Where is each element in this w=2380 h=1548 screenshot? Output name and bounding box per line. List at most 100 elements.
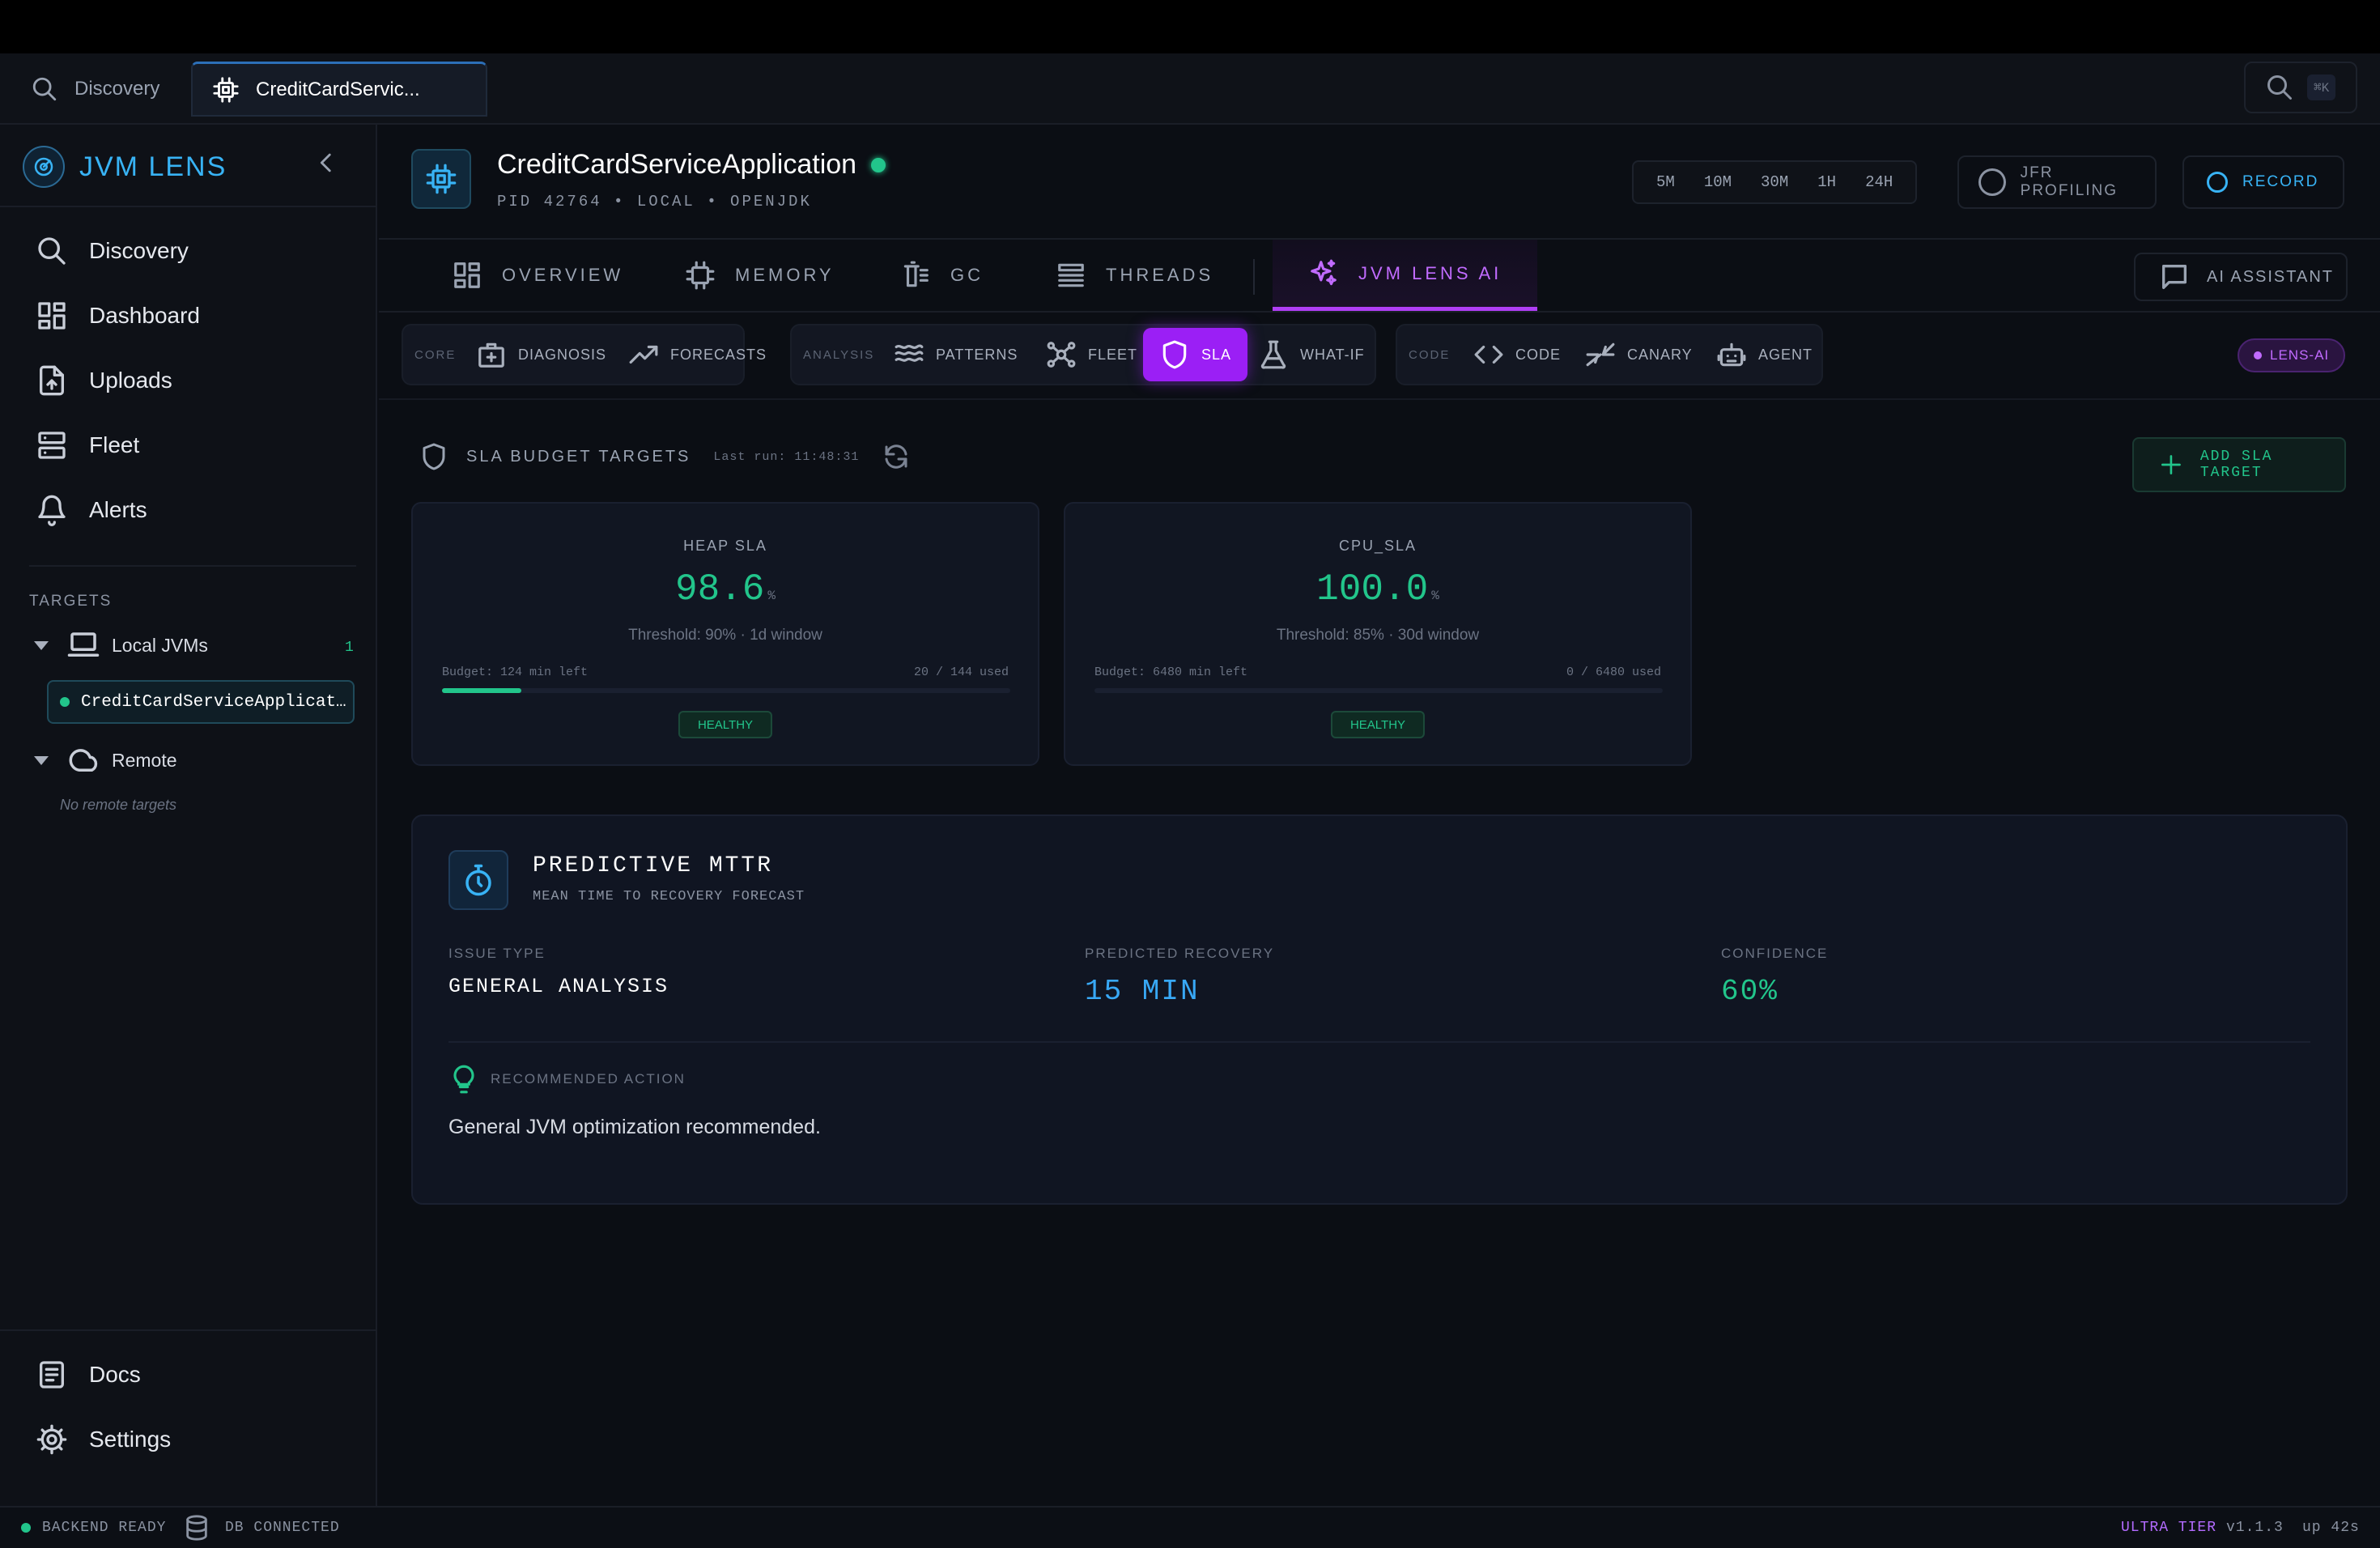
sla-value-number: 100.0 [1316, 568, 1429, 610]
subnav-fleet[interactable]: FLEET [1046, 325, 1137, 384]
bell-icon [38, 495, 66, 526]
refresh-icon[interactable] [882, 442, 911, 471]
tab-strip: Discovery CreditCardServic... ⌘K [0, 53, 2380, 125]
chip-icon [686, 261, 715, 290]
tab-discovery[interactable]: Discovery [31, 62, 159, 117]
target-creditcard-service[interactable]: CreditCardServiceApplicat… [47, 680, 355, 724]
nav-item-alerts[interactable]: Alerts [36, 494, 147, 526]
subnav-patterns[interactable]: PATTERNS [894, 325, 1018, 384]
range-24h[interactable]: 24H [1851, 173, 1907, 191]
status-bar: BACKEND READY DB CONNECTED ULTRA TIER v1… [0, 1506, 2380, 1548]
dashboard-icon [38, 302, 66, 330]
nav-item-settings[interactable]: Settings [36, 1423, 171, 1456]
chip-icon [426, 164, 457, 194]
brand[interactable]: JVM LENS [23, 146, 227, 188]
medkit-icon [478, 342, 504, 368]
subnav-agent[interactable]: AGENT [1716, 325, 1813, 384]
divider [29, 565, 356, 567]
sla-value: 100.0% [1065, 568, 1690, 610]
subnav-canary[interactable]: CANARY [1585, 325, 1693, 384]
metric-label: ISSUE TYPE [448, 946, 546, 961]
subnav-what-if[interactable]: WHAT-IF [1258, 325, 1365, 384]
tree-remote[interactable]: Remote [34, 743, 177, 777]
nav-item-dashboard[interactable]: Dashboard [36, 300, 200, 332]
app-subtitle: PID 42764 • LOCAL • OPENJDK [497, 193, 812, 211]
shield-icon [423, 443, 445, 470]
nav-item-fleet[interactable]: Fleet [36, 429, 139, 461]
trash-icon [903, 261, 929, 287]
list-icon [1058, 263, 1084, 287]
subnav-group-code: CODE CODE CANARY AGENT [1396, 324, 1823, 385]
tab-creditcard-service[interactable]: CreditCardServic... [191, 62, 487, 117]
flask-icon [1260, 340, 1286, 369]
metric-confidence: CONFIDENCE 60% [1721, 946, 1828, 1008]
tree-local-jvms[interactable]: Local JVMs [34, 628, 208, 662]
metric-value: 15 MIN [1085, 975, 1200, 1008]
badge-label: LENS-AI [2270, 347, 2330, 363]
predictive-mttr-panel: PREDICTIVE MTTR MEAN TIME TO RECOVERY FO… [411, 814, 2348, 1205]
nav-item-uploads[interactable]: Uploads [36, 364, 172, 397]
sla-card-cpu[interactable]: CPU_SLA 100.0% Threshold: 85% · 30d wind… [1064, 502, 1692, 766]
sidebar: JVM LENS Discovery Dashboard Uploads Fle… [0, 125, 377, 1506]
nav-label: Uploads [89, 368, 172, 393]
range-30m[interactable]: 30M [1746, 173, 1803, 191]
button-label: ADD SLA TARGET [2199, 449, 2273, 481]
tab-separator [1253, 259, 1255, 295]
divider [0, 1329, 377, 1331]
laptop-icon [67, 632, 100, 657]
range-1h[interactable]: 1H [1803, 173, 1851, 191]
range-5m[interactable]: 5M [1642, 173, 1689, 191]
uptime-label: up 42s [2302, 1520, 2360, 1536]
subnav-label: FORECASTS [670, 346, 767, 363]
metric-label: CONFIDENCE [1721, 946, 1829, 961]
panel-title: PREDICTIVE MTTR [533, 853, 774, 878]
button-label: RECORD [2242, 173, 2319, 190]
global-search-button[interactable]: ⌘K [2244, 62, 2357, 113]
tab-jvm-lens-ai[interactable]: JVM LENS AI [1273, 240, 1538, 311]
status-dot [871, 157, 886, 172]
status-dot [2254, 351, 2262, 359]
budget-progress-bar [1094, 688, 1663, 693]
record-button[interactable]: RECORD [2182, 155, 2344, 209]
time-range-selector: 5M 10M 30M 1H 24H [1632, 160, 1918, 204]
chevron-down-icon [34, 640, 49, 650]
tab-memory[interactable]: MEMORY [685, 240, 835, 311]
tab-threads[interactable]: THREADS [1056, 240, 1213, 311]
subnav-forecasts[interactable]: FORECASTS [628, 325, 767, 384]
subnav-sla[interactable]: SLA [1143, 328, 1248, 381]
sla-name: HEAP SLA [683, 538, 767, 554]
chevron-down-icon [34, 755, 49, 765]
search-icon [32, 77, 57, 101]
code-icon [1474, 345, 1503, 364]
version-label: v1.1.3 [2226, 1520, 2284, 1536]
metric-predicted-recovery: PREDICTED RECOVERY 15 MIN [1085, 946, 1274, 1008]
targets-section-label: TARGETS [29, 593, 113, 610]
subnav-label: SLA [1201, 346, 1232, 363]
tab-overview[interactable]: OVERVIEW [452, 240, 623, 311]
tab-label: CreditCardServic... [256, 78, 420, 100]
subnav-diagnosis[interactable]: DIAGNOSIS [476, 325, 606, 384]
docs-icon [40, 1361, 64, 1389]
collapse-sidebar-icon[interactable] [312, 149, 340, 176]
nav-label: Alerts [89, 497, 147, 522]
section-title: SLA BUDGET TARGETS [466, 447, 691, 466]
sla-card-heap[interactable]: HEAP SLA 98.6% Threshold: 90% · 1d windo… [411, 502, 1039, 766]
range-10m[interactable]: 10M [1689, 173, 1746, 191]
group-label: CORE [414, 347, 457, 362]
local-jvm-count: 1 [345, 640, 354, 656]
subnav-code[interactable]: CODE [1473, 325, 1561, 384]
subnav-label: CODE [1515, 346, 1562, 363]
status-badge: HEALTHY [1330, 711, 1426, 738]
jfr-profiling-button[interactable]: JFR PROFILING [1957, 155, 2157, 209]
search-icon [38, 237, 66, 265]
nav-item-docs[interactable]: Docs [36, 1359, 141, 1391]
sla-used: 0 / 6480 used [1566, 666, 1661, 679]
nav-label: Discovery [89, 238, 189, 263]
add-sla-target-button[interactable]: ADD SLA TARGET [2132, 437, 2346, 492]
ai-assistant-button[interactable]: AI ASSISTANT [2134, 253, 2348, 301]
tab-gc[interactable]: GC [900, 240, 984, 311]
nav-item-discovery[interactable]: Discovery [36, 235, 189, 267]
sla-value-unit: % [767, 589, 776, 603]
sla-value-unit: % [1431, 589, 1439, 603]
chat-icon [2162, 265, 2187, 289]
